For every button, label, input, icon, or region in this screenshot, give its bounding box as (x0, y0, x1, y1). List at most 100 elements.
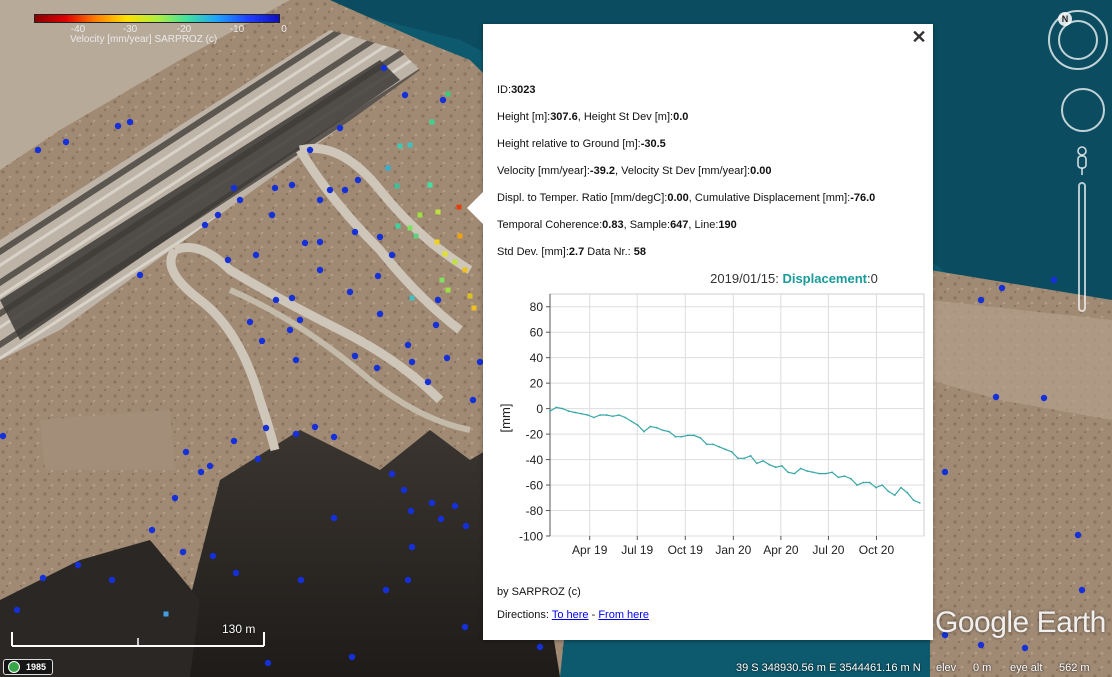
ps-point[interactable] (1074, 531, 1082, 539)
ps-point[interactable] (351, 228, 359, 236)
ps-point[interactable] (445, 91, 451, 97)
ps-point[interactable] (413, 233, 419, 239)
ps-point[interactable] (401, 91, 409, 99)
ps-point[interactable] (341, 186, 349, 194)
ps-point[interactable] (286, 326, 294, 334)
ps-point[interactable] (462, 267, 468, 273)
ps-point[interactable] (171, 494, 179, 502)
ps-point[interactable] (424, 378, 432, 386)
ps-point[interactable] (236, 196, 244, 204)
ps-point[interactable] (288, 181, 296, 189)
ps-point[interactable] (136, 271, 144, 279)
ps-point[interactable] (197, 468, 205, 476)
move-joystick-icon[interactable] (1061, 88, 1105, 132)
ps-point[interactable] (209, 552, 217, 560)
ps-point[interactable] (432, 321, 440, 329)
ps-point[interactable] (462, 522, 470, 530)
ps-point[interactable] (380, 64, 388, 72)
ps-point[interactable] (407, 507, 415, 515)
ps-point[interactable] (232, 569, 240, 577)
ps-point[interactable] (443, 354, 451, 362)
ps-point[interactable] (346, 288, 354, 296)
ps-point[interactable] (469, 396, 477, 404)
ps-point[interactable] (407, 142, 413, 148)
ps-point[interactable] (246, 318, 254, 326)
ps-point[interactable] (296, 316, 304, 324)
street-view-pegman-icon[interactable] (1075, 146, 1089, 176)
ps-point[interactable] (252, 251, 260, 259)
ps-point[interactable] (114, 122, 122, 130)
ps-point[interactable] (1078, 586, 1086, 594)
ps-point[interactable] (258, 337, 266, 345)
ps-point[interactable] (397, 143, 403, 149)
ps-point[interactable] (224, 256, 232, 264)
ps-point[interactable] (373, 364, 381, 372)
ps-point[interactable] (262, 424, 270, 432)
ps-point[interactable] (404, 341, 412, 349)
zoom-slider[interactable] (1078, 182, 1086, 312)
ps-point[interactable] (34, 146, 42, 154)
ps-point[interactable] (163, 611, 169, 617)
ps-point[interactable] (394, 183, 400, 189)
ps-point[interactable] (408, 358, 416, 366)
from-here-link[interactable]: From here (598, 609, 649, 621)
ps-point[interactable] (348, 653, 356, 661)
ps-point[interactable] (354, 176, 362, 184)
ps-point[interactable] (108, 576, 116, 584)
ps-point[interactable] (254, 455, 262, 463)
ps-point[interactable] (316, 238, 324, 246)
ps-point[interactable] (206, 462, 214, 470)
ps-point[interactable] (456, 204, 462, 210)
ps-point[interactable] (434, 239, 440, 245)
ps-point[interactable] (264, 659, 272, 667)
ps-point[interactable] (439, 277, 445, 283)
ps-point[interactable] (230, 184, 238, 192)
ps-point[interactable] (330, 514, 338, 522)
ps-point[interactable] (376, 233, 384, 241)
ps-point[interactable] (271, 184, 279, 192)
ps-point[interactable] (311, 423, 319, 431)
ps-point[interactable] (336, 124, 344, 132)
ps-point[interactable] (351, 352, 359, 360)
ps-point[interactable] (471, 305, 477, 311)
ps-point[interactable] (452, 259, 458, 265)
ps-point[interactable] (292, 430, 300, 438)
ps-point[interactable] (126, 118, 134, 126)
ps-point[interactable] (435, 209, 441, 215)
ps-point[interactable] (451, 502, 459, 510)
ps-point[interactable] (388, 470, 396, 478)
ps-point[interactable] (214, 211, 222, 219)
ps-point[interactable] (429, 119, 435, 125)
ps-point[interactable] (74, 561, 82, 569)
ps-point[interactable] (297, 576, 305, 584)
ps-point[interactable] (1021, 644, 1029, 652)
historical-imagery-button[interactable]: 1985 (3, 659, 54, 675)
ps-point[interactable] (272, 296, 280, 304)
ps-point[interactable] (445, 287, 451, 293)
ps-point[interactable] (268, 211, 276, 219)
ps-point[interactable] (330, 433, 338, 441)
ps-point[interactable] (427, 182, 433, 188)
ps-point[interactable] (400, 486, 408, 494)
ps-point[interactable] (306, 146, 314, 154)
ps-point[interactable] (461, 623, 469, 631)
ps-point[interactable] (374, 272, 382, 280)
ps-point[interactable] (439, 96, 447, 104)
ps-point[interactable] (1040, 394, 1048, 402)
ps-point[interactable] (316, 196, 324, 204)
look-joystick-icon[interactable] (1058, 20, 1098, 60)
ps-point[interactable] (292, 356, 300, 364)
ps-point[interactable] (536, 643, 544, 651)
ps-point[interactable] (62, 138, 70, 146)
ps-point[interactable] (407, 225, 413, 231)
ps-point[interactable] (182, 448, 190, 456)
ps-point[interactable] (457, 233, 463, 239)
ps-point[interactable] (404, 576, 412, 584)
ps-point[interactable] (992, 393, 1000, 401)
ps-point[interactable] (977, 641, 985, 649)
ps-point[interactable] (998, 284, 1006, 292)
ps-point[interactable] (417, 212, 423, 218)
ps-point[interactable] (388, 251, 396, 259)
ps-point[interactable] (385, 165, 391, 171)
ps-point[interactable] (409, 295, 415, 301)
